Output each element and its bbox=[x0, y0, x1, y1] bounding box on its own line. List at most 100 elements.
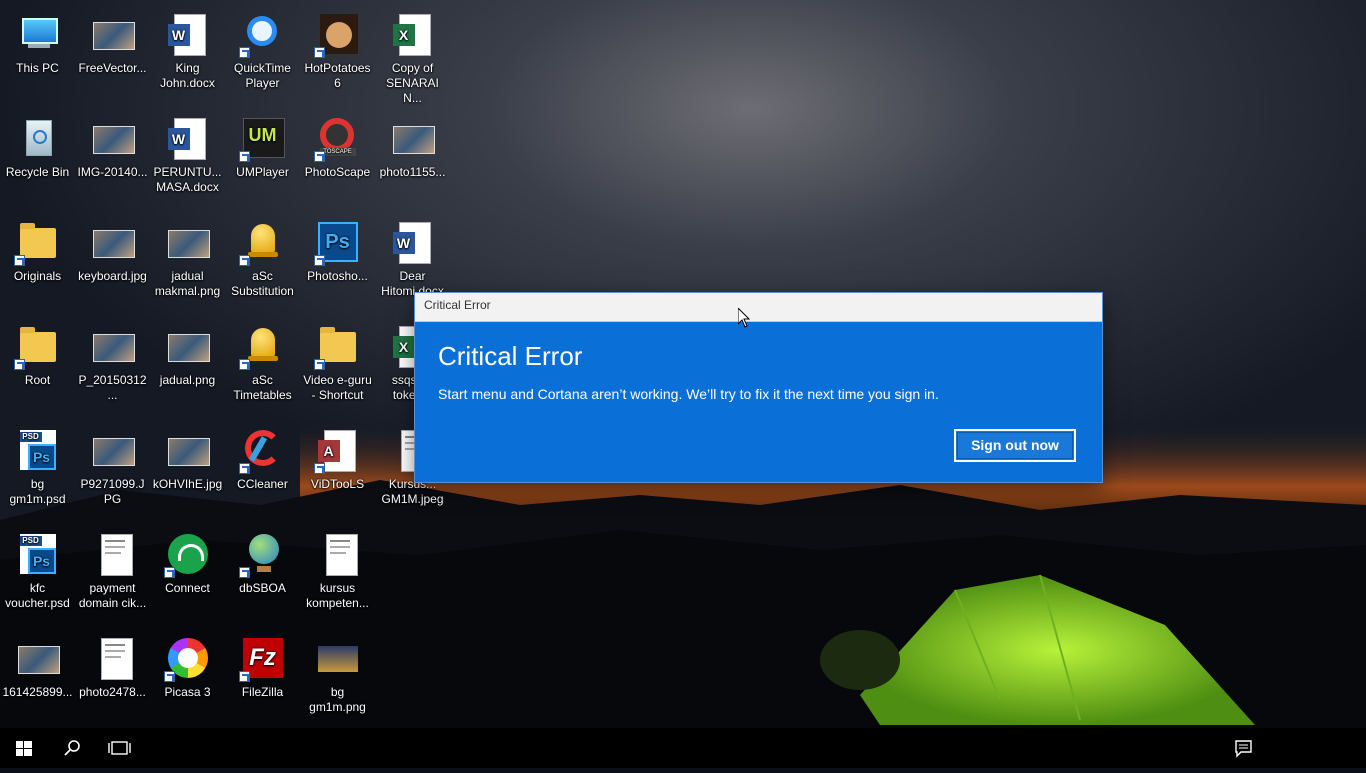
desktop-icon-connect[interactable]: Connect bbox=[150, 524, 225, 596]
dialog-title-bar[interactable]: Critical Error bbox=[415, 293, 1102, 322]
desktop-icon-dbsboa[interactable]: dbSBOA bbox=[225, 524, 300, 596]
desktop-icon-label: Photosho... bbox=[307, 269, 368, 283]
desktop-icon-label: PhotoScape bbox=[304, 165, 371, 179]
photoscape-icon: TOSCAPE bbox=[313, 114, 362, 162]
word-icon: W bbox=[164, 10, 212, 58]
desktop-icon-payment-domain-cik[interactable]: payment domain cik... bbox=[75, 524, 150, 611]
desktop-icon-label: kOHVIhE.jpg bbox=[152, 477, 223, 491]
hotpotatoes-icon bbox=[313, 10, 362, 58]
umplayer-icon: UM bbox=[238, 114, 287, 162]
desktop-icon-picasa-3[interactable]: Picasa 3 bbox=[150, 628, 225, 700]
desktop-icon-jadual-makmal-png[interactable]: jadual makmal.png bbox=[150, 212, 225, 299]
bell-icon bbox=[238, 322, 287, 370]
desktop-icon-dear-hitomi-docx[interactable]: W Dear Hitomi.docx bbox=[375, 212, 450, 299]
desktop-icon-label: CCleaner bbox=[237, 477, 288, 491]
sign-out-now-button[interactable]: Sign out now bbox=[954, 429, 1076, 462]
desktop-icon-label: payment domain cik... bbox=[78, 581, 147, 610]
desktop-icon-label: Copy of SENARAI N... bbox=[386, 61, 439, 105]
desktop-icon-label: keyboard.jpg bbox=[78, 269, 147, 283]
globe-icon bbox=[238, 530, 287, 578]
desktop-icon-root[interactable]: Root bbox=[0, 316, 75, 388]
desktop-icon-label: Root bbox=[24, 373, 51, 387]
image-icon bbox=[89, 218, 137, 266]
desktop-icon-label: kursus kompeten... bbox=[306, 581, 369, 610]
desktop-icon-this-pc[interactable]: This PC bbox=[0, 4, 75, 76]
desktop-icon-copy-of-senarai-n[interactable]: X Copy of SENARAI N... bbox=[375, 4, 450, 106]
folder-icon bbox=[13, 218, 62, 266]
desktop-icon-kfc-voucher-psd[interactable]: PSD Ps kfc voucher.psd bbox=[0, 524, 75, 611]
desktop-icon-hotpotatoes-6[interactable]: HotPotatoes 6 bbox=[300, 4, 375, 91]
desktop-icon-label: kfc voucher.psd bbox=[5, 581, 70, 610]
desktop-icon-label: QuickTime Player bbox=[234, 61, 291, 90]
desktop-icon-p-20150312[interactable]: P_20150312... bbox=[75, 316, 150, 403]
doc-icon bbox=[314, 530, 362, 578]
desktop-icon-photosho[interactable]: Ps Photosho... bbox=[300, 212, 375, 284]
doc-icon bbox=[89, 530, 137, 578]
desktop-icon-label: photo2478... bbox=[79, 685, 146, 699]
image-icon bbox=[164, 322, 212, 370]
desktop-icon-bg-gm1m-psd[interactable]: PSD Ps bg gm1m.psd bbox=[0, 420, 75, 507]
access-icon: A bbox=[313, 426, 362, 474]
action-center-button[interactable] bbox=[1220, 728, 1268, 768]
desktop-icon-umplayer[interactable]: UM UMPlayer bbox=[225, 108, 300, 180]
desktop-icon-video-e-guru-shortcut[interactable]: Video e-guru - Shortcut bbox=[300, 316, 375, 403]
search-icon bbox=[64, 740, 80, 756]
desktop-icon-asc-substitution[interactable]: aSc Substitution bbox=[225, 212, 300, 299]
desktop-icon-label: King John.docx bbox=[160, 61, 215, 90]
desktop-icon-recycle-bin[interactable]: Recycle Bin bbox=[0, 108, 75, 180]
excel-icon: X bbox=[389, 10, 437, 58]
desktop-icon-bg-gm1m-png[interactable]: bg gm1m.png bbox=[300, 628, 375, 715]
image-icon bbox=[389, 114, 437, 162]
filezilla-icon: Fz bbox=[238, 634, 287, 682]
desktop-icon-originals[interactable]: Originals bbox=[0, 212, 75, 284]
desktop-icon-kursus-kompeten[interactable]: kursus kompeten... bbox=[300, 524, 375, 611]
word-icon: W bbox=[164, 114, 212, 162]
desktop-icon-peruntu-masa-docx[interactable]: W PERUNTU... MASA.docx bbox=[150, 108, 225, 195]
desktop-icon-photoscape[interactable]: TOSCAPE PhotoScape bbox=[300, 108, 375, 180]
search-button[interactable] bbox=[48, 728, 96, 768]
desktop-icon-label: Video e-guru - Shortcut bbox=[303, 373, 372, 402]
desktop-icon-label: P9271099.JPG bbox=[80, 477, 145, 506]
desktop-icon-label: Recycle Bin bbox=[5, 165, 70, 179]
mouse-cursor-icon bbox=[738, 308, 750, 328]
desktop-icon-p9271099-jpg[interactable]: P9271099.JPG bbox=[75, 420, 150, 507]
desktop-icon-filezilla[interactable]: Fz FileZilla bbox=[225, 628, 300, 700]
desktop-icon-freevector[interactable]: FreeVector... bbox=[75, 4, 150, 76]
desktop-icon-quicktime-player[interactable]: QuickTime Player bbox=[225, 4, 300, 91]
image-icon bbox=[164, 218, 212, 266]
desktop-icon-kohvihe-jpg[interactable]: kOHVIhE.jpg bbox=[150, 420, 225, 492]
desktop-icon-label: 161425899... bbox=[2, 685, 73, 699]
ccleaner-icon bbox=[238, 426, 287, 474]
desktop-icon-label: PERUNTU... MASA.docx bbox=[153, 165, 222, 194]
task-view-button[interactable] bbox=[96, 728, 144, 768]
desktop-icon-photo2478[interactable]: photo2478... bbox=[75, 628, 150, 700]
desktop-icon-label: bg gm1m.psd bbox=[9, 477, 66, 506]
desktop-icon-jadual-png[interactable]: jadual.png bbox=[150, 316, 225, 388]
psd-icon: PSD Ps bbox=[14, 530, 62, 578]
desktop-icon-161425899[interactable]: 161425899... bbox=[0, 628, 75, 700]
desktop-icon-label: aSc Substitution bbox=[231, 269, 294, 298]
image-icon bbox=[89, 322, 137, 370]
connect-icon bbox=[163, 530, 212, 578]
folder-icon bbox=[313, 322, 362, 370]
desktop-icon-ccleaner[interactable]: CCleaner bbox=[225, 420, 300, 492]
desktop-icon-vidtools[interactable]: A ViDTooLS bbox=[300, 420, 375, 492]
desktop-icon-keyboard-jpg[interactable]: keyboard.jpg bbox=[75, 212, 150, 284]
psd-icon: PSD Ps bbox=[14, 426, 62, 474]
critical-error-dialog: Critical Error Critical Error Start menu… bbox=[415, 293, 1102, 482]
desktop-icon-king-john-docx[interactable]: W King John.docx bbox=[150, 4, 225, 91]
desktop-icon-label: FileZilla bbox=[241, 685, 284, 699]
desktop-icon-label: Picasa 3 bbox=[164, 685, 211, 699]
desktop-icon-photo1155[interactable]: photo1155... bbox=[375, 108, 450, 180]
photoshop-icon: Ps bbox=[313, 218, 362, 266]
desktop-icon-label: ViDTooLS bbox=[310, 477, 365, 491]
desktop-icon-label: This PC bbox=[16, 61, 59, 75]
task-view-icon bbox=[108, 741, 131, 755]
desktop-icon-asc-timetables[interactable]: aSc Timetables bbox=[225, 316, 300, 403]
recycle-icon bbox=[14, 114, 62, 162]
dialog-heading: Critical Error bbox=[438, 341, 583, 371]
image-icon bbox=[164, 426, 212, 474]
word-icon: W bbox=[389, 218, 437, 266]
desktop-icon-img-20140[interactable]: IMG-20140... bbox=[75, 108, 150, 180]
start-button[interactable] bbox=[0, 728, 48, 768]
